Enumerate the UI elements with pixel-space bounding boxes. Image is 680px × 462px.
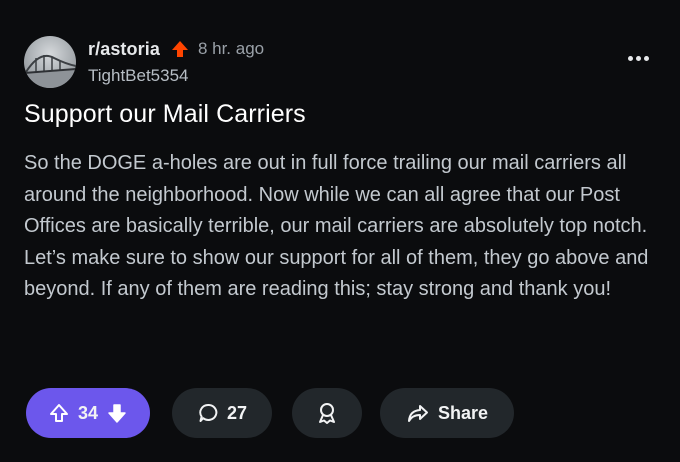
post-author[interactable]: TightBet5354 [88,66,189,86]
subreddit-line: r/astoria 8 hr. ago [88,38,264,60]
share-button[interactable]: Share [380,388,514,438]
more-options-icon[interactable] [628,56,650,62]
action-bar: 34 27 Share [26,388,666,438]
vote-count: 34 [77,402,99,423]
post-body: So the DOGE a-holes are out in full forc… [24,152,649,300]
award-button[interactable] [292,388,362,438]
post-header: r/astoria 8 hr. ago TightBet5354 [24,36,656,92]
vote-pill: 34 [26,388,150,438]
post-title[interactable]: Support our Mail Carriers [24,100,656,129]
post-time: 8 hr. ago [197,39,265,58]
up-arrow-icon [170,39,190,59]
comment-bubble-icon [197,401,221,425]
arrow-up-icon[interactable] [48,402,70,424]
share-label: Share [437,402,489,423]
subreddit-name[interactable]: r/astoria [88,39,160,60]
comment-count: 27 [226,402,248,423]
award-icon [315,401,339,425]
bridge-image-icon [24,54,76,88]
comments-button[interactable]: 27 [172,388,272,438]
share-arrow-icon [406,401,430,425]
subreddit-avatar[interactable] [24,36,76,88]
arrow-down-icon[interactable] [106,402,128,424]
